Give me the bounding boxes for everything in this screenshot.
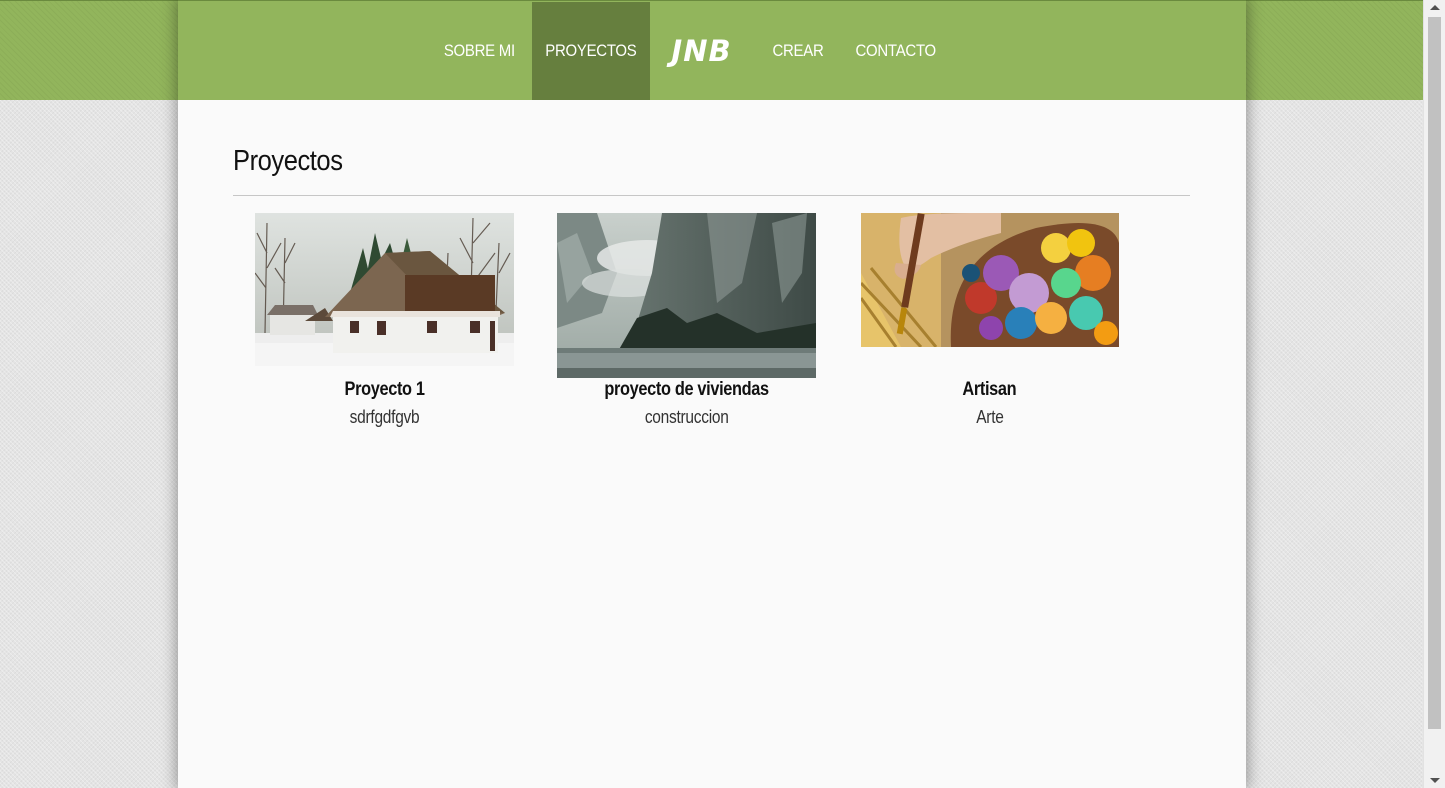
nav-contacto[interactable]: CONTACTO bbox=[843, 2, 949, 100]
page-title: Proyectos bbox=[233, 145, 343, 177]
house-image[interactable] bbox=[255, 213, 514, 366]
scroll-up-icon[interactable] bbox=[1430, 5, 1440, 10]
project-name[interactable]: proyecto de viviendas bbox=[557, 379, 816, 401]
nav-crear[interactable]: CREAR bbox=[757, 2, 839, 100]
vertical-scrollbar[interactable] bbox=[1423, 0, 1445, 788]
project-subtitle: Arte bbox=[975, 407, 1004, 427]
scroll-down-icon[interactable] bbox=[1430, 778, 1440, 783]
project-card[interactable]: proyecto de viviendas construccion bbox=[557, 213, 816, 427]
navbar: SOBRE MI PROYECTOS JNB CREAR CONTACTO bbox=[178, 0, 1246, 100]
mountain-lake-image[interactable] bbox=[557, 213, 816, 378]
scroll-thumb[interactable] bbox=[1428, 17, 1441, 729]
project-card[interactable]: Artisan Arte bbox=[860, 213, 1119, 427]
project-name[interactable]: Proyecto 1 bbox=[255, 379, 514, 401]
project-subtitle: construccion bbox=[644, 407, 729, 427]
brand-logo[interactable]: JNB bbox=[651, 2, 752, 100]
project-subtitle: sdrfgdfgvb bbox=[349, 407, 420, 427]
project-name[interactable]: Artisan bbox=[860, 379, 1119, 401]
paint-palette-image[interactable] bbox=[860, 213, 1119, 347]
title-divider bbox=[233, 195, 1190, 196]
page-container: SOBRE MI PROYECTOS JNB CREAR CONTACTO Pr… bbox=[178, 0, 1246, 788]
nav-proyectos[interactable]: PROYECTOS bbox=[532, 2, 650, 100]
project-card[interactable]: Proyecto 1 sdrfgdfgvb bbox=[255, 213, 514, 427]
nav-sobre-mi[interactable]: SOBRE MI bbox=[427, 2, 531, 100]
